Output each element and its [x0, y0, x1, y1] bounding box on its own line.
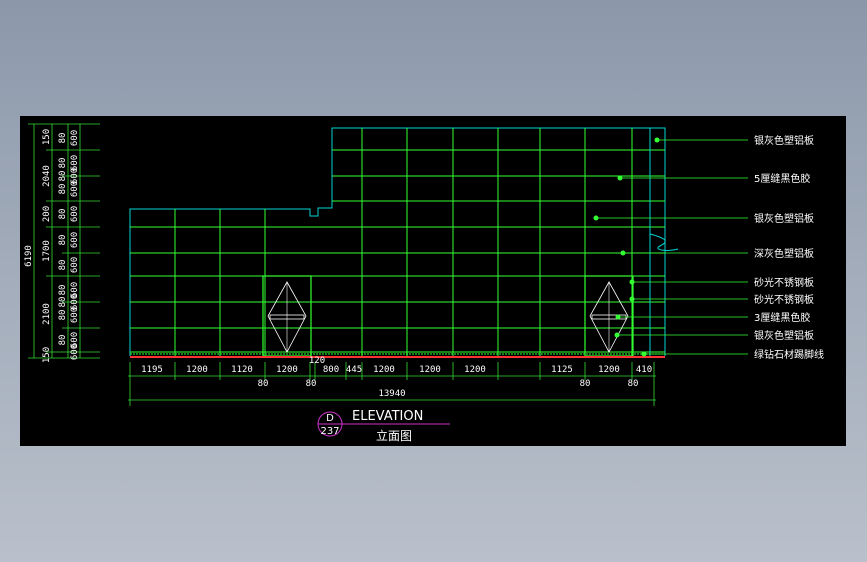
- bottom-dim-segment: 1195: [141, 365, 163, 375]
- bottom-dim-segment: 1200: [186, 365, 208, 375]
- left-inner-dim: 80: [58, 133, 68, 144]
- left-dim-segment: 150: [42, 347, 52, 363]
- bottom-dim-segment: 1125: [551, 365, 573, 375]
- annotation-leaders: [593, 137, 748, 357]
- left-dim-segment: 2100: [42, 303, 52, 325]
- title-english: ELEVATION: [352, 409, 423, 424]
- bottom-sub-label: 80: [306, 379, 317, 389]
- bottom-dim-segment: 1200: [419, 365, 441, 375]
- bottom-dim-segment: 800: [323, 365, 339, 375]
- annotation-label: 3厘缝黑色胶: [754, 311, 810, 324]
- bottom-dim-segment: 410: [636, 365, 652, 375]
- left-inner-dim: 600: [70, 257, 80, 273]
- left-dim-segment: 150: [42, 129, 52, 145]
- left-inner-dim: 80: [58, 335, 68, 346]
- bottom-dim-segment: 1200: [598, 365, 620, 375]
- left-inner-dim: 80: [58, 310, 68, 321]
- bottom-sub-label: 80: [580, 379, 591, 389]
- left-inner-dim: 600: [70, 130, 80, 146]
- bottom-sub-label: 80: [628, 379, 639, 389]
- right-door: [584, 275, 634, 357]
- left-dim-segment: 200: [42, 206, 52, 222]
- left-inner-dim: 600: [70, 232, 80, 248]
- annotation-label: 银灰色塑铝板: [754, 134, 814, 147]
- left-door: [262, 275, 312, 357]
- left-dim-segment: 1700: [42, 240, 52, 262]
- left-inner-dim: 80: [58, 171, 68, 182]
- annotation-label: 5厘缝黑色胶: [754, 172, 810, 185]
- bottom-total-dimension: 13940: [378, 389, 405, 399]
- left-inner-dim: 80: [58, 297, 68, 308]
- left-inner-dim: 600: [70, 294, 80, 310]
- title-code-bottom: 237: [320, 426, 339, 437]
- bottom-sub-label: 80: [258, 379, 269, 389]
- bottom-dim-segment: 1200: [373, 365, 395, 375]
- left-inner-dim: 80: [58, 285, 68, 296]
- title-chinese: 立面图: [376, 428, 412, 443]
- left-inner-dim: 600: [70, 168, 80, 184]
- left-dim-segment: 2040: [42, 165, 52, 187]
- right-block-grid: [332, 128, 679, 356]
- left-inner-dim: 80: [58, 158, 68, 169]
- elevation-drawing: 6190 150 2040 200 1700 2100 150 80 600 8…: [24, 123, 824, 443]
- annotation-label: 银灰色塑铝板: [754, 329, 814, 342]
- bottom-dim-segment: 1200: [464, 365, 486, 375]
- left-total-dimension: 6190: [24, 245, 34, 267]
- annotation-label: 砂光不锈钢板: [754, 276, 814, 289]
- bottom-dim-segment: 1120: [231, 365, 253, 375]
- left-inner-dim: 600: [70, 344, 80, 360]
- left-inner-dim: 80: [58, 260, 68, 271]
- left-block-grid: [130, 209, 332, 356]
- annotation-label: 深灰色塑铝板: [754, 247, 814, 260]
- left-inner-dim: 80: [58, 209, 68, 220]
- bottom-dim-segment: 445: [346, 365, 362, 375]
- cad-drawing-canvas: 6190 150 2040 200 1700 2100 150 80 600 8…: [20, 116, 846, 446]
- annotation-label: 绿钻石材踢脚线: [754, 348, 824, 361]
- annotation-label: 银灰色塑铝板: [754, 212, 814, 225]
- left-inner-dim: 80: [58, 184, 68, 195]
- left-inner-dim: 80: [58, 235, 68, 246]
- left-inner-dim: 600: [70, 206, 80, 222]
- bottom-dim-segment: 1200: [276, 365, 298, 375]
- annotation-label: 砂光不锈钢板: [754, 293, 814, 306]
- title-code-top: D: [326, 413, 334, 424]
